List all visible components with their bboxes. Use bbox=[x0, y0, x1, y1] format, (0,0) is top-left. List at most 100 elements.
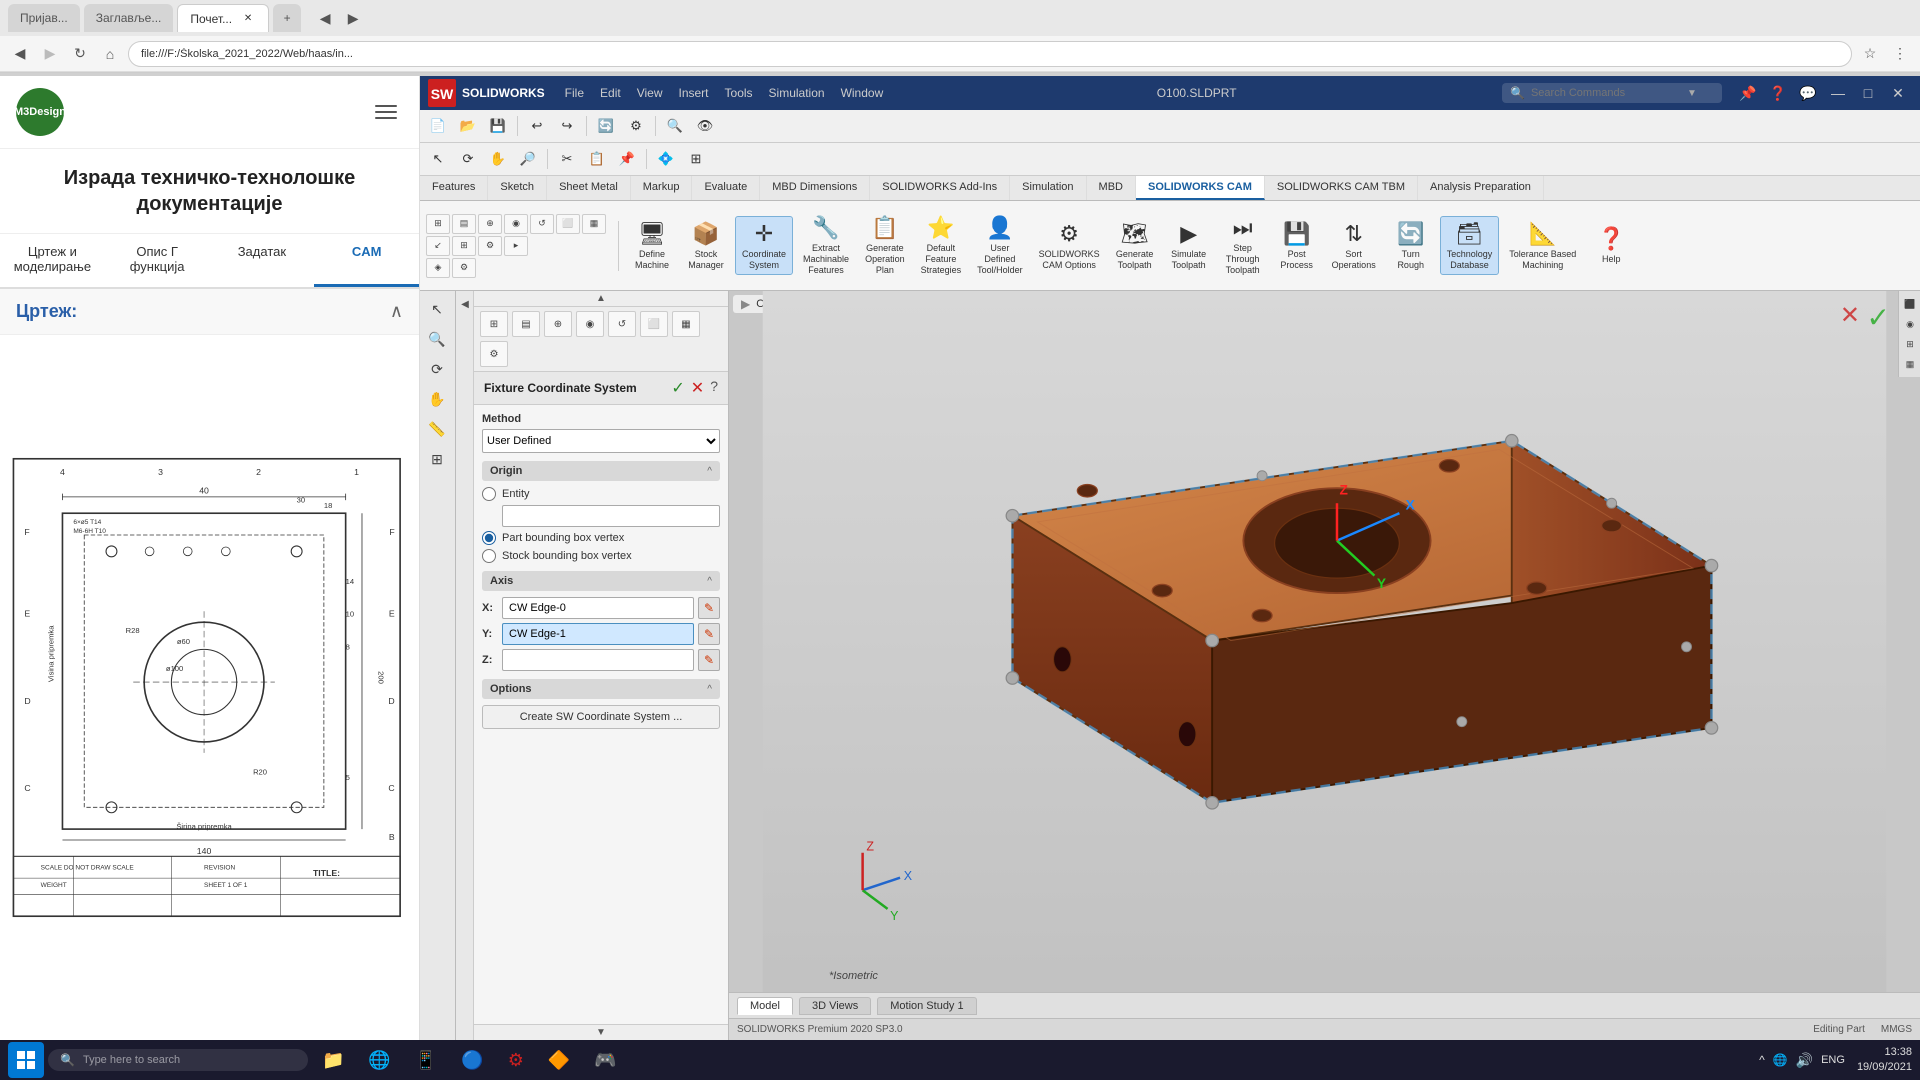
panel-icon-gear[interactable]: ⚙ bbox=[480, 341, 508, 367]
tb-zoom-btn[interactable]: 🔍 bbox=[661, 112, 689, 140]
taskbar-app1[interactable]: ⚙ bbox=[498, 1042, 534, 1078]
tb-display-btn[interactable]: 💠 bbox=[652, 145, 680, 173]
sw-close-btn[interactable]: ✕ bbox=[1884, 81, 1912, 105]
sw-pin-btn[interactable]: 📌 bbox=[1734, 81, 1762, 105]
taskbar-chrome[interactable]: 🔵 bbox=[451, 1042, 493, 1078]
panel-confirm-btn[interactable]: ✓ bbox=[671, 378, 684, 398]
menu-file[interactable]: File bbox=[557, 82, 592, 104]
tb-cut-btn[interactable]: ✂ bbox=[553, 145, 581, 173]
y-axis-btn[interactable]: ✎ bbox=[698, 623, 720, 645]
taskbar-file-explorer[interactable]: 📁 bbox=[312, 1042, 354, 1078]
browser-tab-3[interactable]: Почет... ✕ bbox=[177, 4, 269, 32]
back-btn[interactable]: ◀ bbox=[8, 42, 32, 66]
forward-btn[interactable]: ▶ bbox=[38, 42, 62, 66]
mini-btn-12[interactable]: ◈ bbox=[426, 258, 450, 278]
tb-select-btn[interactable]: ↖ bbox=[424, 145, 452, 173]
nav-item-zadatak[interactable]: Задатак bbox=[210, 234, 315, 287]
mini-btn-5[interactable]: ↺ bbox=[530, 214, 554, 234]
menu-tools[interactable]: Tools bbox=[717, 82, 761, 104]
taskbar-search-box[interactable]: 🔍 bbox=[48, 1049, 308, 1071]
tab-back-btn[interactable]: ◀ bbox=[313, 6, 337, 30]
menu-insert[interactable]: Insert bbox=[671, 82, 717, 104]
tb-undo-btn[interactable]: ↩ bbox=[523, 112, 551, 140]
tb-open-btn[interactable]: 📂 bbox=[454, 112, 482, 140]
model-tab[interactable]: Model bbox=[737, 997, 793, 1015]
right-btn-2[interactable]: ◉ bbox=[1901, 315, 1919, 333]
z-axis-input[interactable] bbox=[502, 649, 694, 671]
nav-item-opis[interactable]: Опис Г функција bbox=[105, 234, 210, 287]
menu-edit[interactable]: Edit bbox=[592, 82, 629, 104]
radio-stock-bbox-input[interactable] bbox=[482, 549, 496, 563]
sw-search-input[interactable] bbox=[1531, 87, 1681, 99]
browser-tab-1[interactable]: Пријав... bbox=[8, 4, 80, 32]
tab-close-btn[interactable]: ✕ bbox=[240, 11, 256, 27]
taskbar-search-input[interactable] bbox=[83, 1054, 263, 1066]
panel-icon-1[interactable]: ⊞ bbox=[480, 311, 508, 337]
tool-pan[interactable]: ✋ bbox=[422, 385, 452, 413]
browser-tab-2[interactable]: Заглавље... bbox=[84, 4, 174, 32]
options-section-header[interactable]: Options ^ bbox=[482, 679, 720, 699]
tb-new-btn[interactable]: 📄 bbox=[424, 112, 452, 140]
axis-section-header[interactable]: Axis ^ bbox=[482, 571, 720, 591]
refresh-btn[interactable]: ↻ bbox=[68, 42, 92, 66]
tab-sheetmetal[interactable]: Sheet Metal bbox=[547, 176, 631, 200]
tb-rotate-btn[interactable]: ⟳ bbox=[454, 145, 482, 173]
panel-icon-6[interactable]: ⬜ bbox=[640, 311, 668, 337]
ribbon-turn-rough[interactable]: 🔄 TurnRough bbox=[1386, 217, 1436, 275]
hamburger-menu[interactable] bbox=[371, 96, 403, 128]
tab-markup[interactable]: Markup bbox=[631, 176, 693, 200]
sw-help2-btn[interactable]: 💬 bbox=[1794, 81, 1822, 105]
mini-btn-11[interactable]: ▸ bbox=[504, 236, 528, 256]
tb-options-btn[interactable]: ⚙ bbox=[622, 112, 650, 140]
taskbar-edge[interactable]: 🌐 bbox=[358, 1042, 400, 1078]
right-btn-4[interactable]: ▦ bbox=[1901, 355, 1919, 373]
taskbar-viber[interactable]: 📱 bbox=[405, 1042, 447, 1078]
start-button[interactable] bbox=[8, 1042, 44, 1078]
ribbon-coordinate-system[interactable]: ✛ CoordinateSystem bbox=[735, 216, 793, 276]
sw-help-btn[interactable]: ❓ bbox=[1764, 81, 1792, 105]
tb-copy-btn[interactable]: 📋 bbox=[583, 145, 611, 173]
section-toggle-btn[interactable]: ∧ bbox=[390, 301, 403, 322]
tab-mbd-dim[interactable]: MBD Dimensions bbox=[760, 176, 870, 200]
collapse-btn[interactable]: ◀ bbox=[456, 295, 474, 313]
mini-btn-8[interactable]: ↙ bbox=[426, 236, 450, 256]
ribbon-step-thru[interactable]: ⏭ StepThroughToolpath bbox=[1218, 211, 1268, 279]
mini-btn-6[interactable]: ⬜ bbox=[556, 214, 580, 234]
tab-simulation[interactable]: Simulation bbox=[1010, 176, 1086, 200]
panel-icon-7[interactable]: ▦ bbox=[672, 311, 700, 337]
more-btn[interactable]: ⋮ bbox=[1888, 42, 1912, 66]
ribbon-post-process[interactable]: 💾 PostProcess bbox=[1272, 217, 1322, 275]
panel-icon-4[interactable]: ◉ bbox=[576, 311, 604, 337]
ribbon-gen-toolpath[interactable]: 🗺 GenerateToolpath bbox=[1110, 217, 1160, 275]
x-axis-input[interactable] bbox=[502, 597, 694, 619]
mini-btn-2[interactable]: ▤ bbox=[452, 214, 476, 234]
tab-analysis-prep[interactable]: Analysis Preparation bbox=[1418, 176, 1544, 200]
3d-views-tab[interactable]: 3D Views bbox=[799, 997, 871, 1015]
right-btn-3[interactable]: ⊞ bbox=[1901, 335, 1919, 353]
mini-btn-4[interactable]: ◉ bbox=[504, 214, 528, 234]
panel-icon-3[interactable]: ⊕ bbox=[544, 311, 572, 337]
ribbon-user-tool[interactable]: 👤 UserDefinedTool/Holder bbox=[971, 211, 1029, 279]
ribbon-tech-db[interactable]: 🗃 TechnologyDatabase bbox=[1440, 216, 1500, 276]
sw-maximize-btn[interactable]: □ bbox=[1854, 81, 1882, 105]
tab-sketch[interactable]: Sketch bbox=[488, 176, 547, 200]
menu-simulation[interactable]: Simulation bbox=[761, 82, 833, 104]
ribbon-cam-options[interactable]: ⚙ SOLIDWORKSCAM Options bbox=[1033, 217, 1106, 275]
taskbar-app3[interactable]: 🎮 bbox=[584, 1042, 626, 1078]
y-axis-input[interactable] bbox=[502, 623, 694, 645]
tool-zoom[interactable]: 🔍 bbox=[422, 325, 452, 353]
tb-section-btn[interactable]: ⊞ bbox=[682, 145, 710, 173]
scroll-arrow-top[interactable]: ▲ bbox=[474, 291, 728, 307]
right-btn-1[interactable]: ⬛ bbox=[1901, 295, 1919, 313]
tb-view-btn[interactable]: 👁 bbox=[691, 112, 719, 140]
ribbon-simulate[interactable]: ▶ SimulateToolpath bbox=[1164, 217, 1214, 275]
tb-save-btn[interactable]: 💾 bbox=[484, 112, 512, 140]
sw-minimize-btn[interactable]: — bbox=[1824, 81, 1852, 105]
tb-paste-btn[interactable]: 📌 bbox=[613, 145, 641, 173]
panel-cancel-btn[interactable]: ✕ bbox=[691, 378, 704, 398]
x-axis-btn[interactable]: ✎ bbox=[698, 597, 720, 619]
menu-window[interactable]: Window bbox=[833, 82, 892, 104]
address-bar[interactable] bbox=[128, 41, 1852, 67]
new-tab-btn[interactable]: + bbox=[273, 4, 301, 32]
panel-icon-5[interactable]: ↺ bbox=[608, 311, 636, 337]
